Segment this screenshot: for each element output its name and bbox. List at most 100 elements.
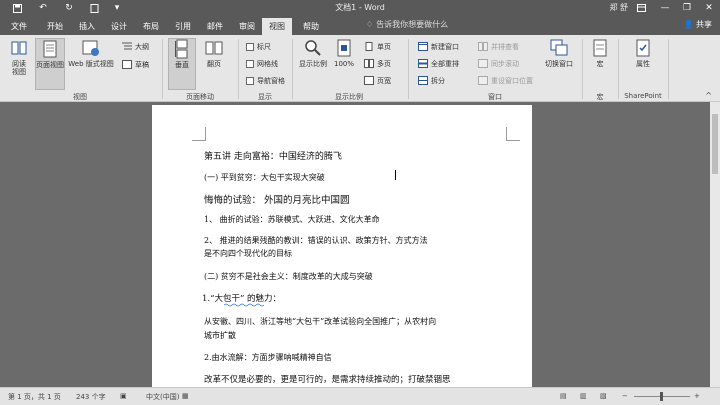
gridlines-check[interactable]	[246, 59, 254, 68]
arrange-all-button[interactable]: 全部重排	[418, 58, 459, 69]
share-icon: 👤	[683, 20, 694, 29]
one-page-button[interactable]: 单页	[364, 41, 391, 52]
doc-line: (二) 贫穷不是社会主义：制度改革的大成与突破	[204, 272, 373, 281]
doc-line: 改革不仅是必要的，更是可行的，是需求持续推动的；打破禁锢思	[204, 375, 451, 385]
multiple-pages-label: 多页	[377, 59, 391, 68]
web-layout-button[interactable]: Web 版式视图	[68, 38, 114, 68]
print-layout-status-icon[interactable]: ▥	[580, 392, 587, 400]
zoom-100-button[interactable]: 100%	[332, 38, 356, 68]
outline-button[interactable]: 大纲	[122, 41, 149, 52]
zoom-100-icon	[335, 38, 353, 58]
tab-layout[interactable]: 布局	[136, 18, 166, 35]
doc-line: 1、 曲折的试验：苏联模式、大跃进、文化大革命	[204, 215, 380, 224]
side-by-side-label: 并排查看	[491, 42, 519, 51]
draft-button[interactable]: 草稿	[122, 59, 149, 70]
proofing-icon[interactable]: ▣	[120, 392, 127, 400]
ruler-checkbox[interactable]: 标尺	[246, 41, 271, 52]
ribbon-separator	[618, 39, 619, 99]
doc-line: 城市扩散	[204, 331, 236, 340]
macros-icon	[591, 38, 609, 58]
document-page[interactable]: 第五讲 走向富裕：中国经济的腾飞 (一) 平到贫穷：大包干实现大突破 悔悔的试验…	[152, 105, 532, 387]
share-button[interactable]: 👤 共享	[683, 19, 712, 30]
reset-window-icon	[478, 76, 488, 85]
web-layout-status-icon[interactable]: ▧	[600, 392, 607, 400]
tell-me-search[interactable]: ♢ 告诉我你想要做什么	[366, 19, 448, 30]
ruler-check[interactable]	[246, 42, 254, 51]
macros-button[interactable]: 宏	[588, 38, 612, 68]
properties-button[interactable]: 属性	[628, 38, 658, 68]
page-width-button[interactable]: 页宽	[364, 75, 391, 86]
document-area[interactable]: 第五讲 走向富裕：中国经济的腾飞 (一) 平到贫穷：大包干实现大突破 悔悔的试验…	[0, 102, 720, 387]
new-window-button[interactable]: 新建窗口	[418, 41, 459, 52]
tab-view[interactable]: 视图	[262, 18, 292, 35]
zoom-out-icon[interactable]: −	[622, 392, 628, 400]
multiple-pages-icon	[364, 59, 374, 68]
reset-window-position-button[interactable]: 重设窗口位置	[478, 75, 533, 86]
collapse-ribbon-icon[interactable]: ^	[705, 91, 712, 100]
ribbon-display-icon[interactable]	[630, 0, 652, 16]
user-name[interactable]: 郑 舒	[609, 2, 628, 13]
restore-button[interactable]: ❐	[676, 0, 698, 16]
ribbon-separator	[668, 39, 669, 99]
read-mode-button[interactable]: 阅读 视图	[6, 38, 32, 76]
page-count[interactable]: 第 1 页，共 1 页	[8, 392, 61, 402]
ribbon-separator	[408, 39, 409, 99]
tell-me-placeholder: 告诉我你想要做什么	[376, 20, 449, 29]
language-indicator[interactable]: 中文(中国)	[146, 392, 179, 402]
minimize-button[interactable]: —	[654, 0, 676, 16]
nav-pane-label: 导航窗格	[257, 76, 285, 85]
doc-line: 第五讲 走向富裕：中国经济的腾飞	[204, 152, 342, 162]
zoom-button[interactable]: 显示比例	[298, 38, 328, 68]
side-by-side-icon	[478, 42, 488, 51]
tab-design[interactable]: 设计	[104, 18, 134, 35]
accessibility-icon[interactable]: ▦	[182, 392, 189, 400]
ribbon: 阅读 视图 页面视图 Web 版式视图 大纲 草稿 视图 垂直 翻页 页面移动	[0, 35, 720, 102]
word-count[interactable]: 243 个字	[76, 392, 106, 402]
split-button[interactable]: 拆分	[418, 75, 445, 86]
side-to-side-button[interactable]: 翻页	[200, 38, 228, 68]
tab-help[interactable]: 帮助	[296, 18, 326, 35]
status-bar: 第 1 页，共 1 页 243 个字 ▣ 中文(中国) ▦ ▤ ▥ ▧ − +	[0, 387, 720, 405]
print-layout-button[interactable]: 页面视图	[35, 38, 65, 90]
tab-review[interactable]: 审阅	[232, 18, 262, 35]
gridlines-checkbox[interactable]: 网格线	[246, 58, 278, 69]
zoom-slider-thumb[interactable]	[660, 392, 663, 401]
multiple-pages-button[interactable]: 多页	[364, 58, 391, 69]
vertical-scrollbar[interactable]	[710, 102, 720, 387]
zoom-in-icon[interactable]: +	[694, 392, 700, 400]
split-label: 拆分	[431, 76, 445, 85]
scrollbar-thumb[interactable]	[712, 114, 718, 174]
ribbon-separator	[582, 39, 583, 99]
ribbon-separator	[238, 39, 239, 99]
nav-pane-checkbox[interactable]: 导航窗格	[246, 75, 285, 86]
split-icon	[418, 76, 428, 85]
outline-label: 大纲	[135, 42, 149, 51]
outline-icon	[122, 42, 132, 51]
sync-scroll-button[interactable]: 同步滚动	[478, 58, 519, 69]
draft-icon	[122, 60, 132, 69]
tab-home[interactable]: 开始	[40, 18, 70, 35]
tab-references[interactable]: 引用	[168, 18, 198, 35]
ribbon-separator	[162, 39, 163, 99]
vertical-button[interactable]: 垂直	[168, 38, 196, 90]
switch-windows-button[interactable]: 切换窗口	[540, 38, 578, 68]
print-layout-label: 页面视图	[36, 61, 64, 69]
tab-file[interactable]: 文件	[4, 18, 34, 35]
read-mode-icon	[10, 38, 28, 58]
doc-line: 从安徽、四川、浙江等地“大包干”改革试验向全国推广；从农村向	[204, 317, 437, 326]
close-button[interactable]: ✕	[698, 0, 720, 16]
tab-mailings[interactable]: 邮件	[200, 18, 230, 35]
read-mode-label: 阅读 视图	[12, 60, 26, 76]
gridlines-label: 网格线	[257, 59, 278, 68]
nav-pane-check[interactable]	[246, 76, 254, 85]
spellcheck-underline	[224, 303, 264, 307]
globe-icon	[82, 38, 100, 58]
side-to-side-icon	[205, 38, 223, 58]
page-width-icon	[364, 76, 374, 85]
properties-label: 属性	[636, 60, 650, 68]
tab-insert[interactable]: 插入	[72, 18, 102, 35]
lightbulb-icon: ♢	[366, 20, 374, 29]
view-side-by-side-button[interactable]: 并排查看	[478, 41, 519, 52]
print-layout-icon	[41, 39, 59, 59]
focus-mode-icon[interactable]: ▤	[560, 392, 567, 400]
